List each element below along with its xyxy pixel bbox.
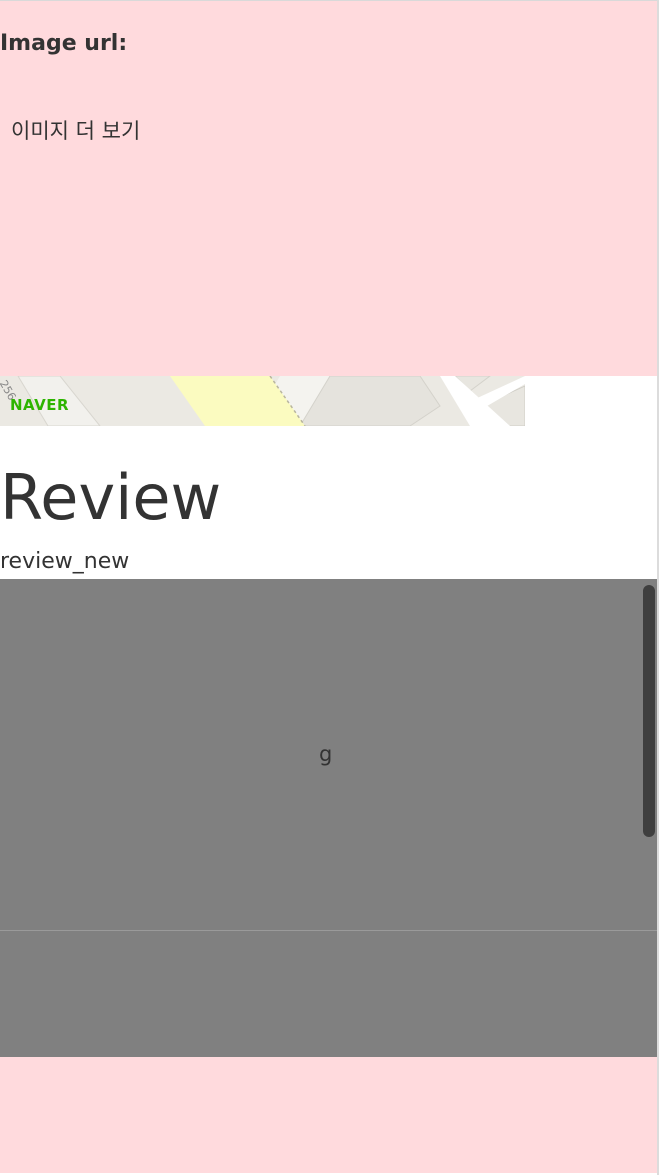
review-scrollbar[interactable] [643,585,655,837]
map-view[interactable]: 256 NAVER [0,376,525,426]
image-url-label: Image url: [0,31,128,56]
review-textarea[interactable]: g [0,579,657,931]
review-heading: Review [0,461,222,534]
review-subheading: review_new [0,549,130,574]
review-text: g [319,742,333,766]
bottom-section [0,1057,657,1173]
naver-logo: NAVER [10,396,70,414]
image-section: Image url: 이미지 더 보기 [0,0,657,376]
map-graphic [0,376,525,426]
more-images-link[interactable]: 이미지 더 보기 [11,115,140,145]
review-footer-panel [0,931,657,1057]
page: Image url: 이미지 더 보기 256 NAVER Review rev… [0,0,659,1175]
scrollbar-thumb[interactable] [643,585,655,837]
